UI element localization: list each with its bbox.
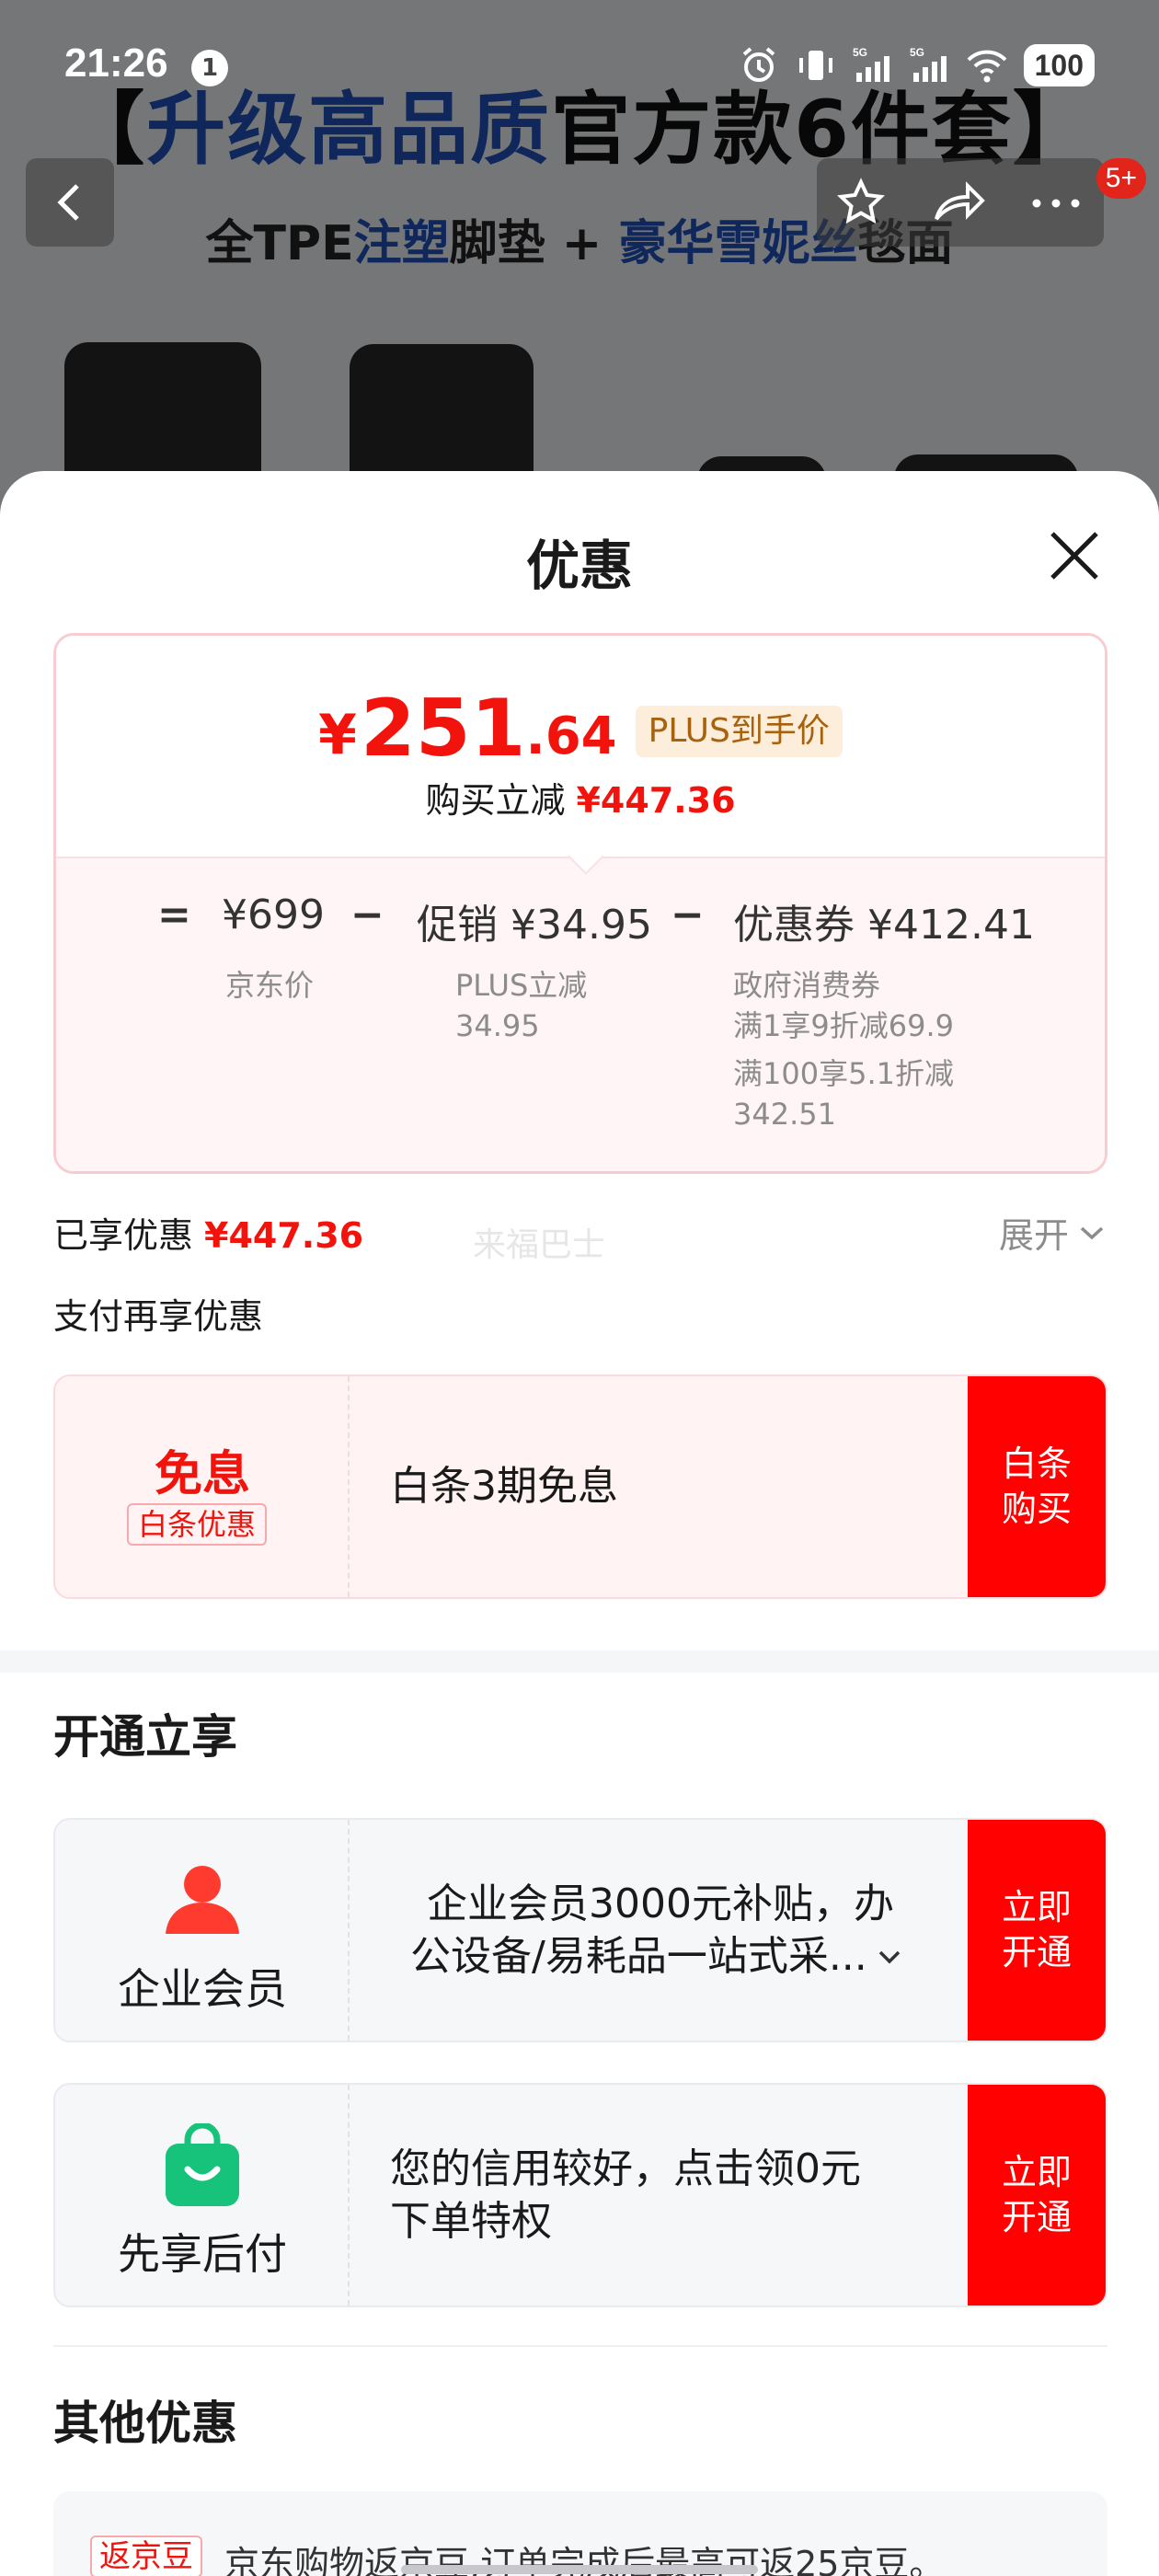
pay-later-left: 先享后付 bbox=[55, 2085, 350, 2306]
wifi-icon bbox=[967, 50, 1007, 83]
alarm-icon bbox=[742, 47, 775, 82]
enjoyed-label: 已享优惠 bbox=[53, 1215, 194, 1256]
chevron-left-icon bbox=[57, 184, 79, 221]
promo-value: 促销 ¥34.95 bbox=[417, 902, 652, 949]
watermark-text: 来福巴士 bbox=[473, 1226, 606, 1264]
enterprise-activate-line-1: 立即 bbox=[1001, 1886, 1072, 1927]
status-bar: 21:26 1 5G 5G 100 bbox=[0, 0, 1159, 92]
price-breakdown-card: ¥ 251 .64 PLUS到手价 购买立减 ¥447.36 = ¥699 京东价… bbox=[53, 633, 1107, 1174]
star-icon[interactable] bbox=[835, 177, 887, 228]
equals-sign: = bbox=[157, 891, 191, 938]
total-reduction: 购买立减 ¥447.36 bbox=[56, 772, 1105, 822]
coupon-detail-line-2: 满1享9折减69.9 bbox=[733, 1008, 954, 1043]
home-indicator[interactable] bbox=[401, 2565, 758, 2574]
battery-icon: 100 bbox=[1023, 44, 1095, 86]
price-formula: = ¥699 京东价 − 促销 ¥34.95 PLUS立减 34.95 − 优惠… bbox=[56, 857, 1105, 1171]
baitiao-offer-left: 免息 白条优惠 bbox=[55, 1376, 350, 1597]
pay-later-activate-button[interactable]: 立即 开通 bbox=[968, 2085, 1106, 2306]
baitiao-buy-line-1: 白条 bbox=[1001, 1443, 1072, 1484]
expand-label: 展开 bbox=[998, 1215, 1069, 1256]
enterprise-activate-button[interactable]: 立即 开通 bbox=[968, 1820, 1106, 2041]
baitiao-buy-line-2: 购买 bbox=[1001, 1489, 1072, 1529]
coupon-value: 优惠券 ¥412.41 bbox=[733, 902, 1035, 949]
pay-later-line-1: 您的信用较好，点击领0元 bbox=[390, 2145, 861, 2192]
coupon-detail-line-4: 342.51 bbox=[733, 1097, 836, 1132]
enjoyed-value: ¥447.36 bbox=[204, 1215, 364, 1256]
svg-text:5G: 5G bbox=[910, 46, 924, 59]
enterprise-member-description: 企业会员3000元补贴，办 公设备/易耗品一站式采... bbox=[410, 1820, 997, 2041]
expand-button[interactable]: 展开 bbox=[999, 1207, 1106, 1258]
enterprise-member-line-2: 公设备/易耗品一站式采... bbox=[410, 1933, 867, 1980]
final-price: ¥ 251 .64 PLUS到手价 bbox=[56, 689, 1105, 768]
vibrate-icon bbox=[798, 51, 832, 80]
baitiao-tag: 白条优惠 bbox=[127, 1503, 268, 1546]
interest-free-label: 免息 bbox=[154, 1447, 250, 1502]
close-icon[interactable] bbox=[1045, 526, 1104, 585]
shopping-bag-icon bbox=[166, 2123, 239, 2206]
reduction-label: 购买立减 bbox=[425, 780, 566, 821]
pay-later-description: 您的信用较好，点击领0元 下单特权 bbox=[390, 2085, 960, 2306]
plus-price-tag: PLUS到手价 bbox=[635, 706, 843, 757]
svg-text:5G: 5G bbox=[853, 46, 867, 59]
signal-5g-icon-2: 5G bbox=[910, 46, 947, 82]
notification-count-icon: 1 bbox=[191, 50, 228, 86]
jingdou-offer-card[interactable]: 返京豆 京东购物返京豆,订单完成后最高可返25京豆。 bbox=[53, 2491, 1107, 2576]
coupon-detail-line-1: 政府消费券 bbox=[733, 968, 881, 1003]
share-icon[interactable] bbox=[931, 177, 986, 228]
open-section-title: 开通立享 bbox=[53, 1710, 237, 1764]
enterprise-member-left: 企业会员 bbox=[55, 1820, 350, 2041]
enterprise-member-line-2-row: 公设备/易耗品一站式采... bbox=[410, 1930, 902, 1983]
minus-sign: − bbox=[350, 891, 384, 938]
divider bbox=[53, 2345, 1107, 2347]
signal-5g-icon: 5G bbox=[853, 46, 889, 82]
baitiao-buy-button[interactable]: 白条 购买 bbox=[968, 1376, 1106, 1597]
other-section-title: 其他优惠 bbox=[53, 2397, 237, 2450]
reduction-value: ¥447.36 bbox=[576, 780, 736, 821]
chevron-down-icon[interactable] bbox=[877, 1948, 902, 1966]
jd-price-label: 京东价 bbox=[225, 968, 315, 1003]
jingdou-tag: 返京豆 bbox=[90, 2536, 202, 2576]
section-divider bbox=[0, 1650, 1159, 1673]
person-icon bbox=[166, 1866, 239, 1934]
pay-later-activate-line-1: 立即 bbox=[1001, 2151, 1072, 2192]
chevron-down-icon bbox=[1080, 1226, 1104, 1239]
baitiao-description: 白条3期免息 bbox=[390, 1463, 618, 1511]
enterprise-member-card[interactable]: 企业会员 企业会员3000元补贴，办 公设备/易耗品一站式采... 立即开通 bbox=[53, 1818, 1107, 2042]
final-price-currency: ¥ bbox=[318, 703, 357, 767]
offers-sheet: 优惠 ¥ 251 .64 PLUS到手价 购买立减 ¥447.36 = ¥699 … bbox=[0, 471, 1159, 2576]
enjoyed-offers: 已享优惠 ¥447.36 bbox=[53, 1207, 363, 1258]
more-icon[interactable] bbox=[1030, 197, 1082, 210]
minus-sign-2: − bbox=[671, 891, 705, 938]
jd-price-value: ¥699 bbox=[222, 891, 325, 938]
sheet-title: 优惠 bbox=[525, 535, 633, 597]
pay-later-label: 先享后付 bbox=[118, 2229, 287, 2279]
pay-later-activate-line-2: 开通 bbox=[1001, 2197, 1072, 2237]
pay-later-card[interactable]: 先享后付 您的信用较好，点击领0元 下单特权 立即开通 bbox=[53, 2083, 1107, 2307]
final-price-area: ¥ 251 .64 PLUS到手价 购买立减 ¥447.36 bbox=[56, 636, 1105, 857]
final-price-decimal: .64 bbox=[525, 707, 617, 766]
back-button[interactable] bbox=[26, 158, 114, 247]
enterprise-member-label: 企业会员 bbox=[118, 1964, 287, 2014]
promo-detail-line-1: PLUS立减 bbox=[455, 968, 588, 1003]
baitiao-offer-card[interactable]: 免息 白条优惠 白条3期免息 白条购买 bbox=[53, 1374, 1107, 1599]
final-price-integer: 251 bbox=[360, 683, 526, 775]
status-icons: 5G 5G 100 bbox=[739, 44, 1095, 86]
pay-section-title: 支付再享优惠 bbox=[53, 1296, 264, 1337]
message-badge: 5+ bbox=[1096, 158, 1146, 199]
status-time: 21:26 bbox=[64, 40, 168, 86]
promo-detail-line-2: 34.95 bbox=[455, 1008, 540, 1043]
pay-later-line-2: 下单特权 bbox=[390, 2198, 552, 2245]
enterprise-activate-line-2: 开通 bbox=[1001, 1932, 1072, 1972]
coupon-detail-line-3: 满100享5.1折减 bbox=[733, 1056, 954, 1091]
enterprise-member-line-1: 企业会员3000元补贴，办 bbox=[427, 1880, 894, 1927]
